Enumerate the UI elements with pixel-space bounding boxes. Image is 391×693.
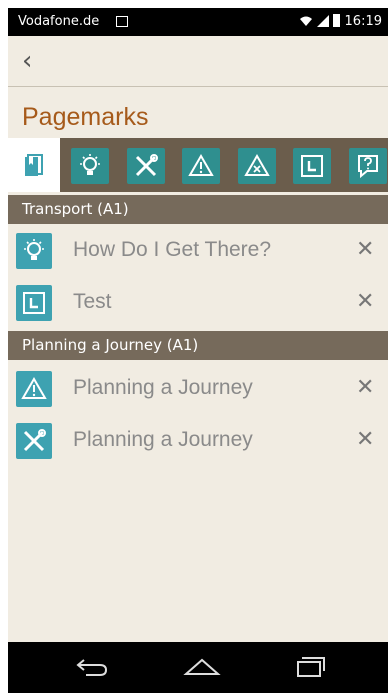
item-icon — [16, 371, 52, 407]
nav-recents-button[interactable] — [290, 654, 330, 680]
item-label[interactable]: Planning a Journey — [73, 376, 253, 400]
lightbulb-icon — [80, 154, 100, 175]
carrier-name: Vodafone.de — [18, 14, 100, 29]
remove-button[interactable]: ✕ — [356, 237, 374, 262]
warning-icon — [188, 154, 214, 176]
nav-home-button[interactable] — [182, 654, 222, 680]
list-item[interactable]: How Do I Get There? ✕ — [8, 225, 388, 277]
remove-button[interactable]: ✕ — [356, 427, 374, 452]
signal-icon — [317, 14, 329, 27]
system-nav-bar — [8, 642, 388, 693]
lightbulb-icon — [24, 239, 44, 260]
back-button[interactable]: ‹ — [22, 48, 32, 74]
remove-button[interactable]: ✕ — [356, 289, 374, 314]
list-item[interactable]: Test ✕ — [8, 277, 388, 329]
item-icon — [16, 423, 52, 459]
system-icons — [299, 14, 340, 27]
item-icon — [16, 285, 52, 321]
question-icon — [358, 155, 378, 179]
home-icon — [183, 658, 221, 675]
clock: 16:19 — [344, 14, 382, 29]
battery-icon — [333, 14, 340, 27]
tab-questions[interactable] — [349, 148, 387, 184]
error-warning-icon — [244, 154, 270, 176]
status-bar: Vodafone.de 16:19 — [8, 8, 388, 36]
item-icon — [16, 233, 52, 269]
tab-bookmarks[interactable] — [8, 138, 60, 192]
list-item[interactable]: Planning a Journey ✕ — [8, 363, 388, 415]
tab-lessons[interactable] — [293, 148, 331, 184]
section-header-planning: Planning a Journey (A1) — [8, 331, 388, 360]
remove-button[interactable]: ✕ — [356, 375, 374, 400]
tools-icon — [23, 429, 46, 452]
nav-back-button[interactable] — [72, 654, 112, 680]
recents-icon — [297, 657, 325, 677]
tab-tips[interactable] — [71, 148, 109, 184]
item-label[interactable]: How Do I Get There? — [73, 238, 271, 262]
item-label[interactable]: Planning a Journey — [73, 428, 253, 452]
bookmarks-icon — [25, 154, 43, 176]
list-item[interactable]: Planning a Journey ✕ — [8, 415, 388, 467]
item-label[interactable]: Test — [73, 290, 112, 314]
tab-errors[interactable] — [238, 148, 276, 184]
lesson-icon — [301, 155, 323, 177]
section-header-transport: Transport (A1) — [8, 195, 388, 224]
app-screen: Vodafone.de 16:19 ‹ Pagemarks Transport … — [8, 8, 388, 693]
page-title: Pagemarks — [22, 103, 149, 131]
back-arrow-icon — [76, 659, 108, 676]
category-tab-bar — [8, 138, 388, 192]
tab-warnings[interactable] — [182, 148, 220, 184]
tab-tools[interactable] — [127, 148, 165, 184]
warning-icon — [21, 377, 47, 399]
wifi-icon — [300, 16, 312, 26]
tools-icon — [135, 154, 158, 177]
image-notification-icon — [116, 16, 128, 27]
lesson-icon — [23, 292, 45, 314]
action-bar: ‹ — [8, 36, 388, 87]
